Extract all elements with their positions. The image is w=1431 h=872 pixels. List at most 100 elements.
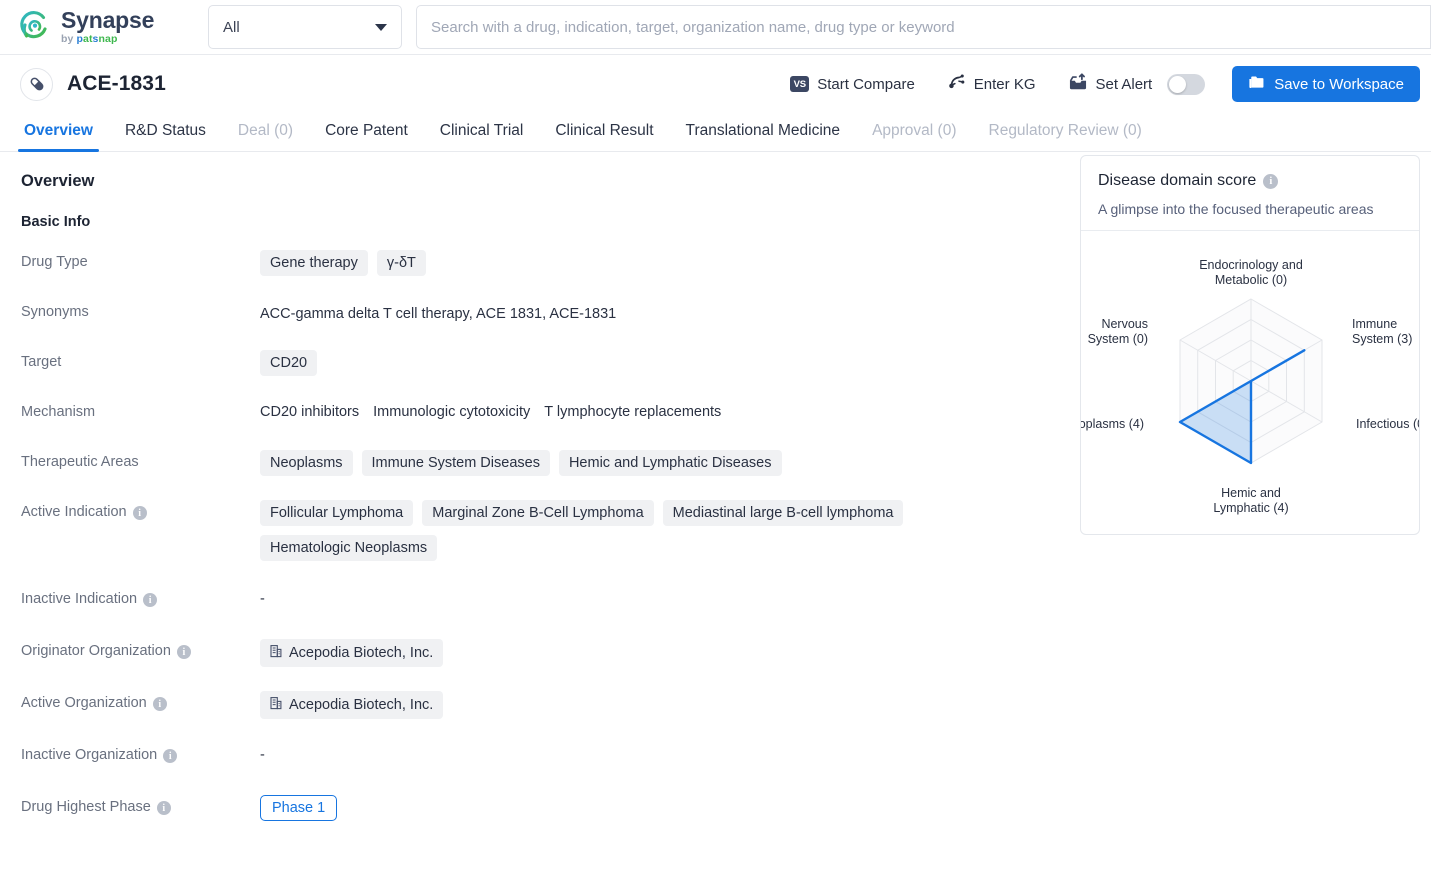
radar-card-title: Disease domain score i <box>1098 172 1402 190</box>
inactive-indication-value: - <box>260 591 265 607</box>
info-icon[interactable]: i <box>152 697 167 711</box>
start-compare-label: Start Compare <box>817 75 915 93</box>
tag-drug-type[interactable]: Gene therapy <box>260 250 368 276</box>
row-value: - <box>260 743 1075 773</box>
tab-clinical-result[interactable]: Clinical Result <box>539 122 669 151</box>
synapse-logo[interactable]: Synapse by patsnap <box>18 9 190 45</box>
row-label: Active Indication i <box>21 500 260 561</box>
tab-deal: Deal (0) <box>237 122 294 139</box>
inactive-organization-value: - <box>260 747 265 763</box>
svg-text:Neoplasms (4): Neoplasms (4) <box>1081 417 1144 431</box>
row-label: Synonyms <box>21 304 89 320</box>
basic-info-panel: Overview Basic Info Drug Type Gene thera… <box>0 152 1075 825</box>
row-label: Active Organization i <box>21 691 260 721</box>
mechanism-item[interactable]: CD20 inhibitors <box>260 404 359 420</box>
organization-name: Acepodia Biotech, Inc. <box>289 697 434 713</box>
radar-card-header: Disease domain score i A glimpse into th… <box>1081 156 1419 231</box>
tag-indication[interactable]: Hematologic Neoplasms <box>260 535 438 561</box>
logo-subtitle: by patsnap <box>61 33 118 46</box>
row-label: Therapeutic Areas <box>21 454 139 470</box>
row-label-text: Originator Organization <box>21 643 171 659</box>
tag-indication[interactable]: Follicular Lymphoma <box>260 500 414 526</box>
row-inactive-indication: Inactive Indication i - <box>21 587 1075 617</box>
folder-icon <box>1248 75 1265 94</box>
enter-kg-button[interactable]: Enter KG <box>931 67 1052 101</box>
row-label-text: Inactive Organization <box>21 747 158 763</box>
section-title: Overview <box>21 172 95 190</box>
svg-text:ImmuneSystem (3): Immune System (3) <box>1352 317 1412 346</box>
mechanism-item[interactable]: T lymphocyte replacements <box>544 404 721 420</box>
save-to-workspace-label: Save to Workspace <box>1274 75 1404 93</box>
search-input[interactable]: Search with a drug, indication, target, … <box>416 5 1431 49</box>
row-value: Phase 1 <box>260 795 1075 825</box>
set-alert-label: Set Alert <box>1095 75 1153 93</box>
tab-approval: Approval (0) <box>872 122 957 139</box>
radar-chart-svg: Endocrinology and Metabolic (0) Immune Syst… <box>1081 258 1420 515</box>
tag-drug-type[interactable]: γ-δT <box>376 250 426 276</box>
info-icon[interactable]: i <box>163 749 178 763</box>
radar-card-subtitle: A glimpse into the focused therapeutic a… <box>1098 201 1374 217</box>
start-compare-button[interactable]: VS Start Compare <box>774 67 931 101</box>
info-icon[interactable]: i <box>143 593 158 607</box>
tag-organization[interactable]: Acepodia Biotech, Inc. <box>260 691 444 719</box>
row-drug-type: Drug Type Gene therapy γ-δT <box>21 250 1075 280</box>
tab-rd-status[interactable]: R&D Status <box>109 122 222 151</box>
row-label: Target <box>21 354 62 370</box>
synapse-logo-icon <box>18 10 52 44</box>
info-icon[interactable]: i <box>176 645 191 659</box>
tag-therapeutic-area[interactable]: Neoplasms <box>260 450 353 476</box>
tag-therapeutic-area[interactable]: Hemic and Lymphatic Diseases <box>558 450 782 476</box>
enter-kg-label: Enter KG <box>973 75 1036 93</box>
row-synonyms: Synonyms ACC-gamma delta T cell therapy,… <box>21 300 1075 330</box>
row-label-text: Active Organization <box>21 695 147 711</box>
tag-target[interactable]: CD20 <box>260 350 318 376</box>
tag-therapeutic-area[interactable]: Immune System Diseases <box>361 450 550 476</box>
chevron-down-icon <box>375 23 387 31</box>
row-value: Follicular Lymphoma Marginal Zone B-Cell… <box>260 500 1075 561</box>
svg-text:Hemic andLymphatic (4): Hemic and Lymphatic (4) <box>1213 486 1288 515</box>
row-inactive-organization: Inactive Organization i - <box>21 743 1075 773</box>
row-label: Mechanism <box>21 404 96 420</box>
building-icon <box>270 644 282 662</box>
row-value: Acepodia Biotech, Inc. <box>260 691 1075 721</box>
info-icon[interactable]: i <box>156 801 171 815</box>
svg-text:Infectious (0): Infectious (0) <box>1356 417 1420 431</box>
row-value: - <box>260 587 1075 617</box>
info-icon[interactable]: i <box>1263 173 1279 189</box>
search-scope-value: All <box>223 18 240 36</box>
row-label: Drug Highest Phase i <box>21 795 260 825</box>
set-alert-toggle[interactable] <box>1167 73 1206 95</box>
row-value: Acepodia Biotech, Inc. <box>260 639 1075 669</box>
overview-body: Overview Basic Info Drug Type Gene thera… <box>0 152 1431 825</box>
drug-header: ACE-1831 VS Start Compare Enter KG Set A… <box>0 55 1431 113</box>
tab-core-patent[interactable]: Core Patent <box>309 122 424 151</box>
drug-tabs: Overview R&D Status Deal (0) Core Patent… <box>0 113 1431 152</box>
row-value: Neoplasms Immune System Diseases Hemic a… <box>260 450 1075 480</box>
pill-icon <box>30 77 43 91</box>
tag-organization[interactable]: Acepodia Biotech, Inc. <box>260 639 444 667</box>
info-icon[interactable]: i <box>132 506 147 520</box>
row-value: ACC-gamma delta T cell therapy, ACE 1831… <box>260 300 1075 330</box>
search-placeholder: Search with a drug, indication, target, … <box>431 18 955 36</box>
synapse-logo-text: Synapse by patsnap <box>61 9 154 45</box>
row-value: CD20 <box>260 350 1075 380</box>
tag-indication[interactable]: Marginal Zone B-Cell Lymphoma <box>422 500 654 526</box>
svg-text:NervousSystem (0): Nervous System (0) <box>1088 317 1148 346</box>
drug-header-actions: VS Start Compare Enter KG Set Alert Save… <box>774 66 1420 102</box>
tab-overview[interactable]: Overview <box>8 122 109 152</box>
set-alert-control[interactable]: Set Alert <box>1052 67 1222 101</box>
search-scope-select[interactable]: All <box>208 5 402 49</box>
mechanism-item[interactable]: Immunologic cytotoxicity <box>373 404 530 420</box>
tab-clinical-trial[interactable]: Clinical Trial <box>424 122 540 151</box>
building-icon <box>270 696 282 714</box>
status-badge[interactable]: Phase 1 <box>260 795 338 821</box>
row-therapeutic-areas: Therapeutic Areas Neoplasms Immune Syste… <box>21 450 1075 480</box>
row-target: Target CD20 <box>21 350 1075 380</box>
save-to-workspace-button[interactable]: Save to Workspace <box>1232 66 1420 102</box>
global-header: Synapse by patsnap All Search with a dru… <box>0 0 1431 55</box>
row-originator-organization: Originator Organization i Acepodia Biote… <box>21 639 1075 669</box>
tab-translational-medicine[interactable]: Translational Medicine <box>670 122 857 151</box>
tab-regulatory-review: Regulatory Review (0) <box>988 122 1142 139</box>
row-label-text: Drug Highest Phase <box>21 799 151 815</box>
tag-indication[interactable]: Mediastinal large B-cell lymphoma <box>662 500 904 526</box>
